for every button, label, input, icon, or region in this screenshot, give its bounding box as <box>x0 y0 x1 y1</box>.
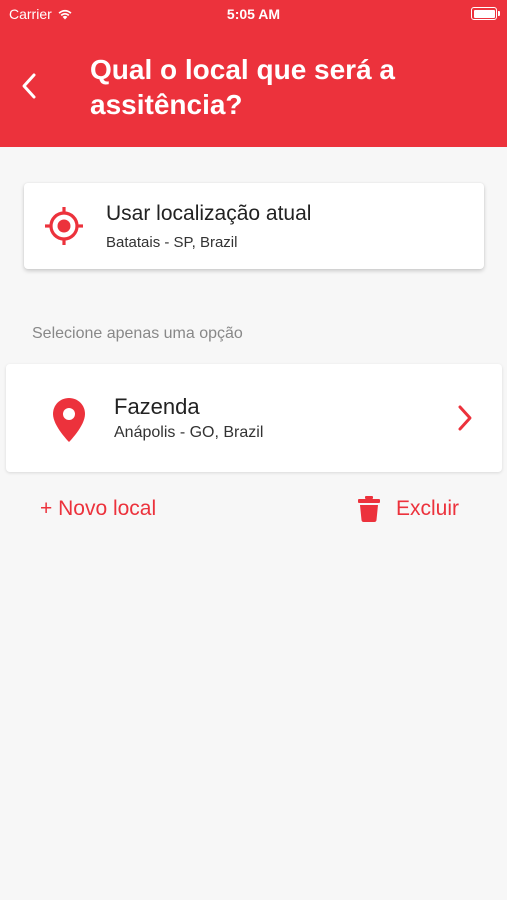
chevron-left-icon <box>22 73 36 99</box>
delete-label: Excluir <box>396 497 460 520</box>
trash-icon <box>358 496 380 522</box>
battery-icon <box>471 7 500 20</box>
chevron-right-icon <box>458 405 472 431</box>
new-location-button[interactable]: + Novo local <box>40 494 156 524</box>
app-header: Carrier 5:05 AM Qual o local que será a … <box>0 0 507 147</box>
target-icon <box>45 207 83 245</box>
clock: 5:05 AM <box>226 6 281 22</box>
use-current-location-card[interactable]: Usar localização atual Batatais - SP, Br… <box>24 183 484 269</box>
map-pin-icon <box>53 398 85 442</box>
new-location-label: + Novo local <box>40 497 157 520</box>
delete-button[interactable]: Excluir <box>358 494 459 524</box>
current-location-subtitle: Batatais - SP, Brazil <box>106 234 238 251</box>
place-list-item[interactable]: Fazenda Anápolis - GO, Brazil <box>6 364 502 472</box>
back-button[interactable] <box>14 68 44 104</box>
place-name: Fazenda <box>114 394 200 419</box>
place-address: Anápolis - GO, Brazil <box>114 424 264 441</box>
page-title: Qual o local que será a assitência? <box>90 54 396 120</box>
status-bar: Carrier 5:05 AM <box>0 0 507 28</box>
selection-hint: Selecione apenas uma opção <box>32 325 243 342</box>
current-location-title: Usar localização atual <box>106 202 312 225</box>
